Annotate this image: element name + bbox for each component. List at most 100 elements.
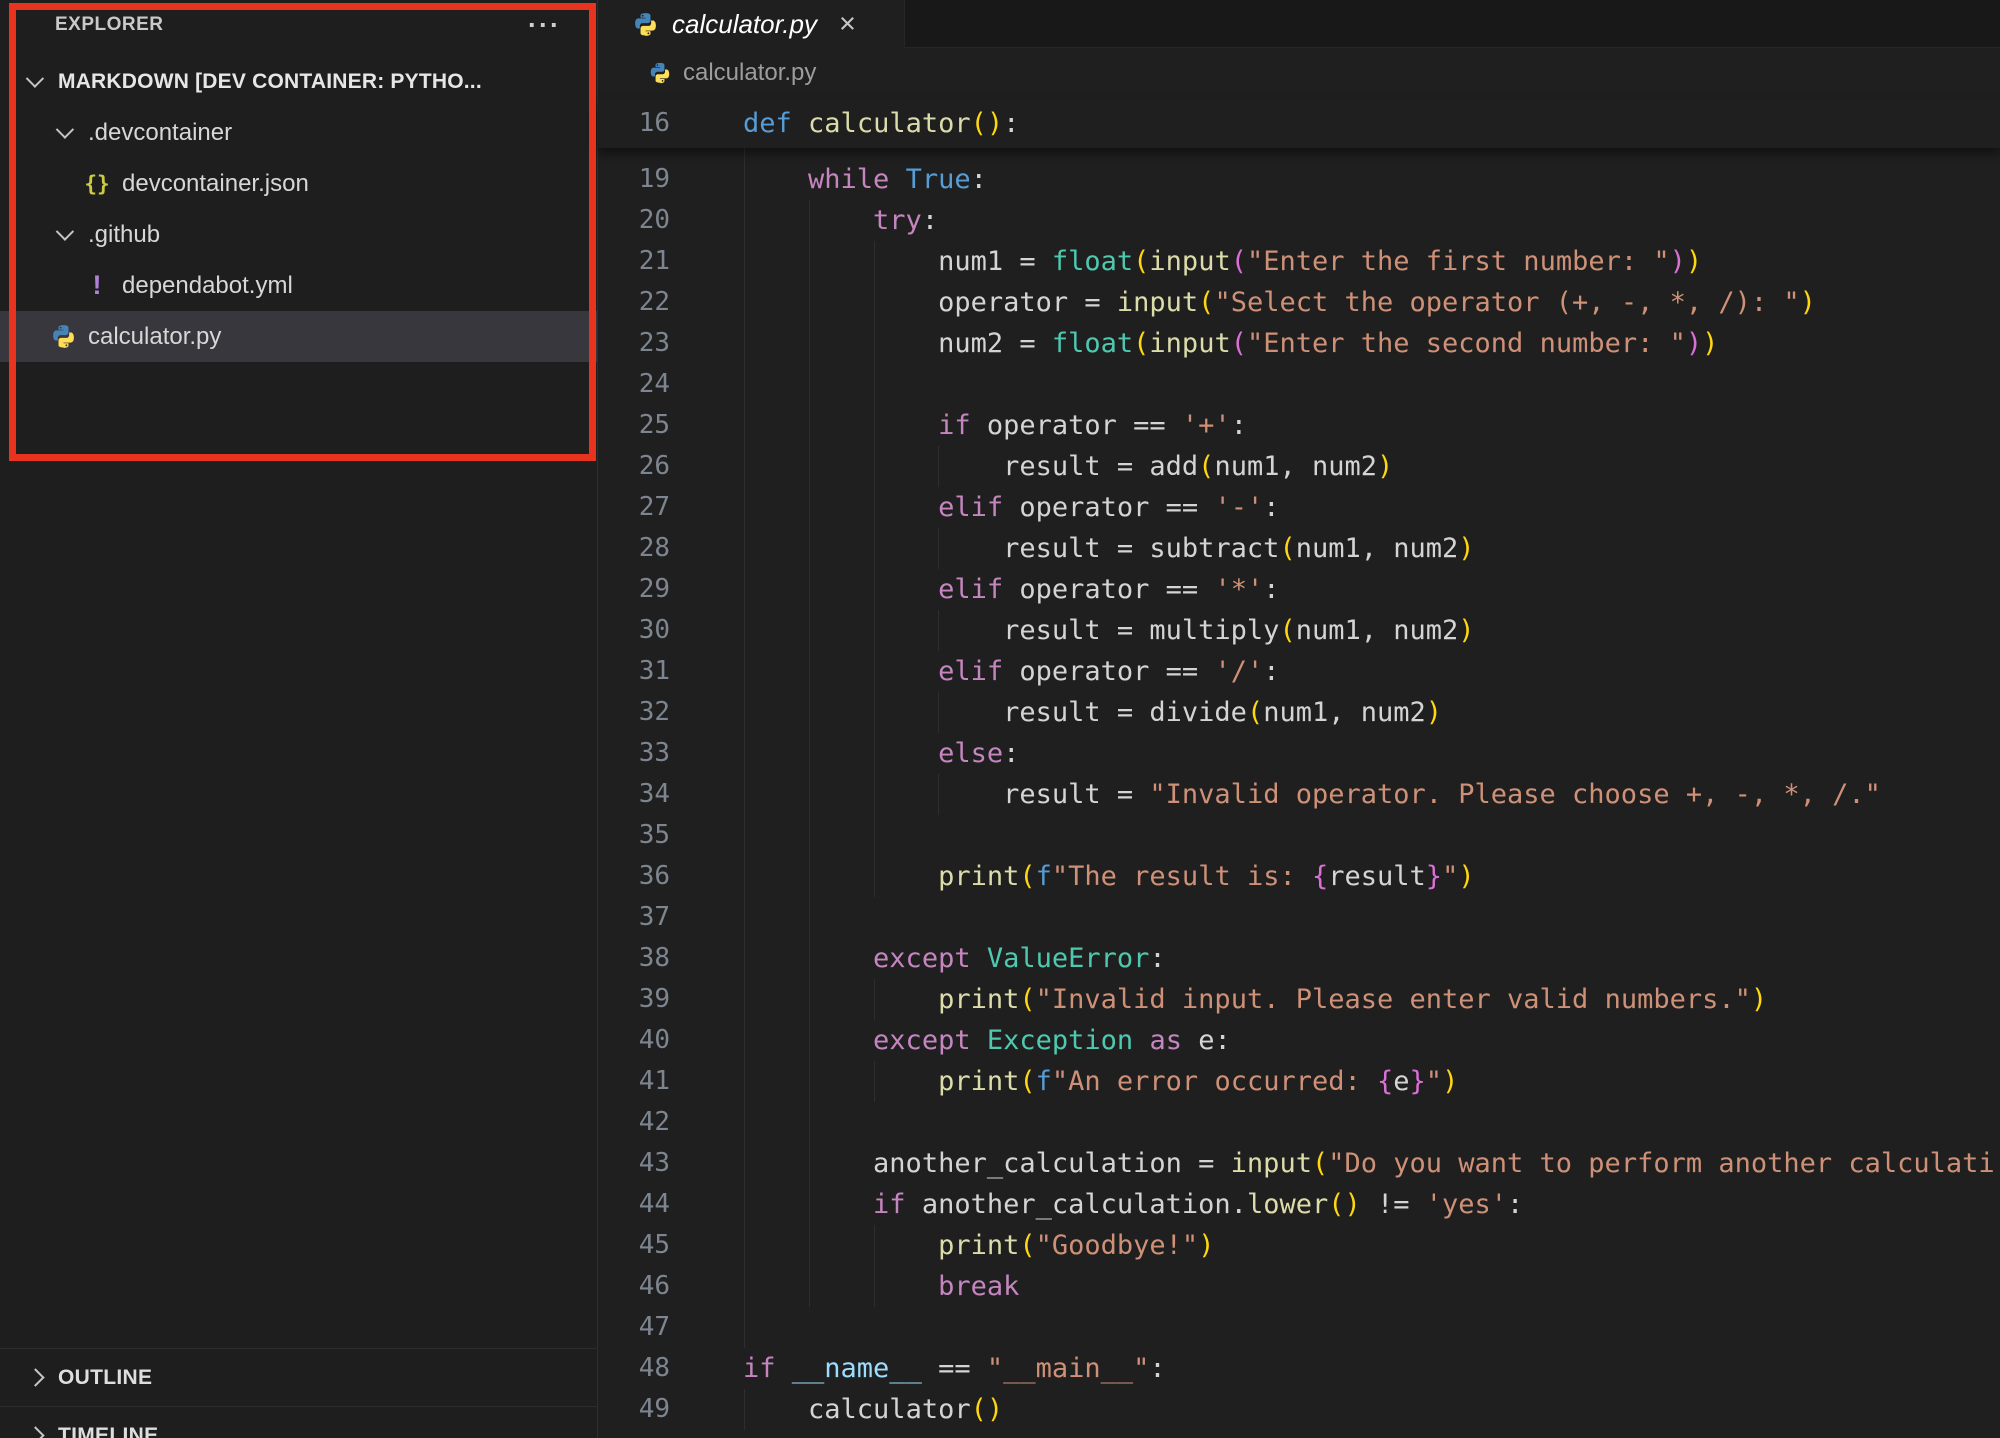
tree-item-devcontainer[interactable]: .devcontainer bbox=[0, 107, 597, 158]
code-text: if operator == '+': bbox=[743, 405, 1247, 446]
code-text: if __name__ == "__main__": bbox=[743, 1348, 1166, 1389]
ellipsis-icon[interactable]: ··· bbox=[528, 15, 561, 35]
code-text: elif operator == '*': bbox=[743, 569, 1279, 610]
explorer-header: EXPLORER ··· bbox=[55, 8, 561, 42]
indent-guide bbox=[809, 815, 810, 856]
code-line-34: 34 result = "Invalid operator. Please ch… bbox=[598, 774, 2000, 815]
chevron-right-icon bbox=[26, 1368, 44, 1386]
code-text: print("Goodbye!") bbox=[743, 1225, 1214, 1266]
line-number: 33 bbox=[598, 733, 670, 774]
code-text: print("Invalid input. Please enter valid… bbox=[743, 979, 1767, 1020]
section-outline[interactable]: OUTLINE bbox=[0, 1348, 597, 1406]
code-line-35: 35 bbox=[598, 815, 2000, 856]
breadcrumb-item: calculator.py bbox=[683, 59, 816, 87]
line-number: 44 bbox=[598, 1184, 670, 1225]
code-text: else: bbox=[743, 733, 1019, 774]
code-line-27: 27 elif operator == '-': bbox=[598, 487, 2000, 528]
indent-guide bbox=[809, 364, 810, 405]
code-line-44: 44 if another_calculation.lower() != 'ye… bbox=[598, 1184, 2000, 1225]
sidebar-sections: OUTLINE TIMELINE bbox=[0, 1348, 597, 1438]
line-number: 45 bbox=[598, 1225, 670, 1266]
indent-guide bbox=[874, 815, 875, 856]
line-number: 37 bbox=[598, 897, 670, 938]
vscode-window: 1819 while True:20 try:21 num1 = float(i… bbox=[0, 0, 2000, 1438]
line-number: 27 bbox=[598, 487, 670, 528]
code-line-33: 33 else: bbox=[598, 733, 2000, 774]
indent-guide bbox=[744, 1102, 745, 1143]
line-number: 23 bbox=[598, 323, 670, 364]
section-label: OUTLINE bbox=[58, 1366, 152, 1390]
tree-item-github[interactable]: .github bbox=[0, 209, 597, 260]
line-number: 19 bbox=[598, 159, 670, 200]
tree-item-calculator-py[interactable]: calculator.py bbox=[0, 311, 597, 362]
code-text: result = subtract(num1, num2) bbox=[743, 528, 1475, 569]
code-line-46: 46 break bbox=[598, 1266, 2000, 1307]
code-text: while True: bbox=[743, 159, 987, 200]
code-line-42: 42 bbox=[598, 1102, 2000, 1143]
line-number: 39 bbox=[598, 979, 670, 1020]
code-text: except ValueError: bbox=[743, 938, 1166, 979]
line-number: 29 bbox=[598, 569, 670, 610]
code-line-43: 43 another_calculation = input("Do you w… bbox=[598, 1143, 2000, 1184]
line-number: 34 bbox=[598, 774, 670, 815]
code-text: result = divide(num1, num2) bbox=[743, 692, 1442, 733]
code-text: except Exception as e: bbox=[743, 1020, 1231, 1061]
code-text: try: bbox=[743, 200, 938, 241]
python-icon bbox=[648, 61, 672, 85]
line-number: 35 bbox=[598, 815, 670, 856]
code-text: num1 = float(input("Enter the first numb… bbox=[743, 241, 1702, 282]
code-line-26: 26 result = add(num1, num2) bbox=[598, 446, 2000, 487]
code-line-22: 22 operator = input("Select the operator… bbox=[598, 282, 2000, 323]
code-editor[interactable]: 1819 while True:20 try:21 num1 = float(i… bbox=[598, 0, 2000, 1438]
code-text: print(f"The result is: {result}") bbox=[743, 856, 1475, 897]
line-number: 38 bbox=[598, 938, 670, 979]
indent-guide bbox=[744, 364, 745, 405]
tree-item-label: MARKDOWN [DEV CONTAINER: PYTHO... bbox=[58, 70, 482, 94]
json-icon: {} bbox=[84, 172, 109, 196]
code-line-38: 38 except ValueError: bbox=[598, 938, 2000, 979]
line-number: 30 bbox=[598, 610, 670, 651]
code-line-45: 45 print("Goodbye!") bbox=[598, 1225, 2000, 1266]
indent-guide bbox=[744, 815, 745, 856]
chevron-down-icon bbox=[55, 120, 73, 138]
line-number: 20 bbox=[598, 200, 670, 241]
line-number: 32 bbox=[598, 692, 670, 733]
breadcrumb[interactable]: calculator.py bbox=[598, 48, 2000, 98]
line-number: 36 bbox=[598, 856, 670, 897]
code-line-29: 29 elif operator == '*': bbox=[598, 569, 2000, 610]
code-line-48: 48if __name__ == "__main__": bbox=[598, 1348, 2000, 1389]
sticky-scroll-line[interactable]: 16def calculator(): bbox=[598, 98, 2000, 148]
line-number: 47 bbox=[598, 1307, 670, 1348]
tree-item-dependabot-yml[interactable]: !dependabot.yml bbox=[0, 260, 597, 311]
indent-guide bbox=[744, 1307, 745, 1348]
indent-guide bbox=[874, 364, 875, 405]
chevron-down-icon bbox=[55, 222, 73, 240]
line-number: 42 bbox=[598, 1102, 670, 1143]
tree-item-markdown-dev-container-pytho[interactable]: MARKDOWN [DEV CONTAINER: PYTHO... bbox=[0, 56, 597, 107]
tree-item-label: calculator.py bbox=[88, 323, 221, 351]
tab-calculator-py[interactable]: calculator.py × bbox=[598, 0, 905, 48]
code-line-37: 37 bbox=[598, 897, 2000, 938]
line-number: 28 bbox=[598, 528, 670, 569]
line-number: 50 bbox=[598, 1430, 670, 1438]
code-line-20: 20 try: bbox=[598, 200, 2000, 241]
code-text: break bbox=[743, 1266, 1019, 1307]
tree-item-devcontainer-json[interactable]: {}devcontainer.json bbox=[0, 158, 597, 209]
code-line-49: 49 calculator() bbox=[598, 1389, 2000, 1430]
line-number: 25 bbox=[598, 405, 670, 446]
tree-item-label: .github bbox=[88, 221, 160, 249]
code-text: calculator() bbox=[743, 1389, 1003, 1430]
line-number: 31 bbox=[598, 651, 670, 692]
code-line-32: 32 result = divide(num1, num2) bbox=[598, 692, 2000, 733]
chevron-down-icon bbox=[25, 69, 43, 87]
code-text: elif operator == '-': bbox=[743, 487, 1279, 528]
code-text: result = "Invalid operator. Please choos… bbox=[743, 774, 1881, 815]
close-icon[interactable]: × bbox=[839, 10, 856, 38]
indent-guide bbox=[744, 897, 745, 938]
file-tree: MARKDOWN [DEV CONTAINER: PYTHO... .devcon… bbox=[0, 56, 597, 362]
code-text: elif operator == '/': bbox=[743, 651, 1279, 692]
code-line-19: 19 while True: bbox=[598, 159, 2000, 200]
code-line-30: 30 result = multiply(num1, num2) bbox=[598, 610, 2000, 651]
code-text: if another_calculation.lower() != 'yes': bbox=[743, 1184, 1523, 1225]
section-timeline[interactable]: TIMELINE bbox=[0, 1406, 597, 1438]
